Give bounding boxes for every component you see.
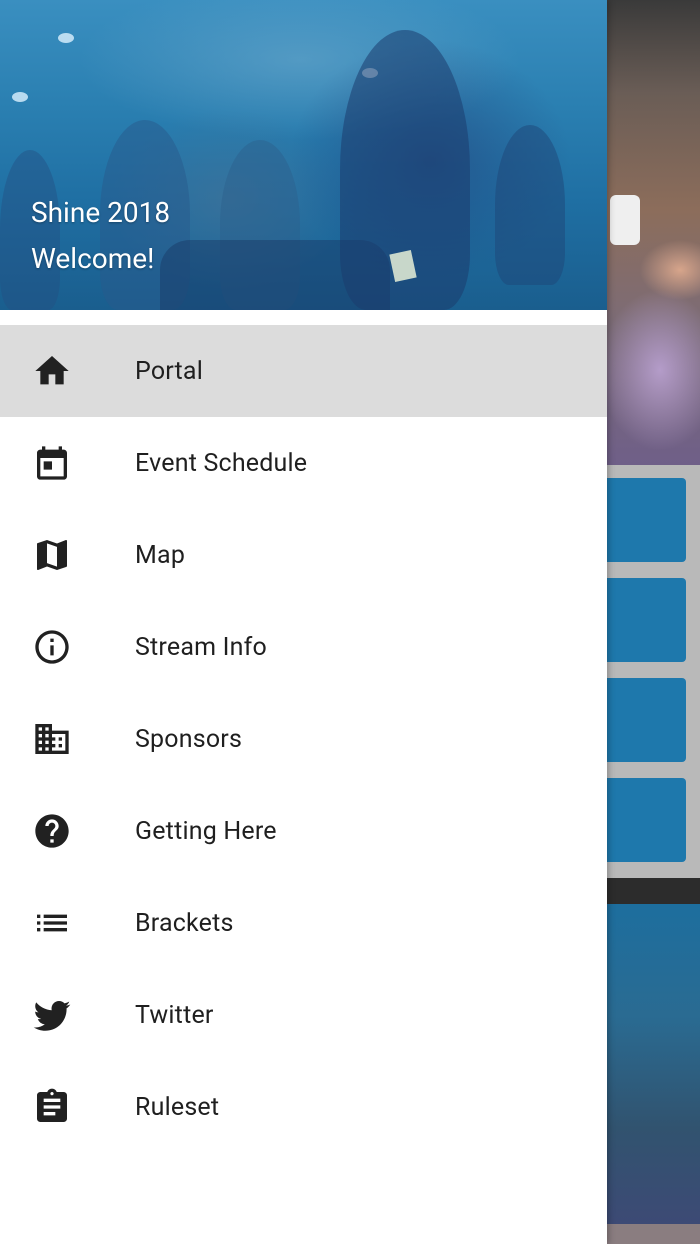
menu-item-stream-info[interactable]: Stream Info [0, 601, 607, 693]
drawer-header: Shine 2018 Welcome! [0, 0, 607, 310]
menu-item-map[interactable]: Map [0, 509, 607, 601]
drawer-header-title: Shine 2018 [31, 196, 171, 229]
menu-item-event-schedule[interactable]: Event Schedule [0, 417, 607, 509]
menu-item-label: Getting Here [135, 816, 277, 846]
menu-item-label: Brackets [135, 908, 234, 938]
menu-item-label: Event Schedule [135, 448, 308, 478]
help-icon [28, 807, 76, 855]
menu-item-label: Map [135, 540, 186, 570]
menu-item-ruleset[interactable]: Ruleset [0, 1061, 607, 1153]
drawer-header-subtitle: Welcome! [31, 242, 155, 275]
menu-item-label: Portal [135, 356, 204, 386]
app-screen: Shine 2018 Welcome! Portal Event Schedul… [0, 0, 700, 1244]
header-photo-light [58, 33, 74, 43]
menu-item-sponsors[interactable]: Sponsors [0, 693, 607, 785]
drawer-menu: Portal Event Schedule Map Stream Info Sp… [0, 325, 607, 1153]
menu-item-label: Sponsors [135, 724, 243, 754]
twitter-icon [28, 991, 76, 1039]
menu-item-getting-here[interactable]: Getting Here [0, 785, 607, 877]
menu-item-brackets[interactable]: Brackets [0, 877, 607, 969]
info-icon [28, 623, 76, 671]
navigation-drawer: Shine 2018 Welcome! Portal Event Schedul… [0, 0, 607, 1244]
menu-item-twitter[interactable]: Twitter [0, 969, 607, 1061]
menu-item-portal[interactable]: Portal [0, 325, 607, 417]
clipboard-icon [28, 1083, 76, 1131]
building-icon [28, 715, 76, 763]
menu-item-label: Twitter [135, 1000, 214, 1030]
home-icon [28, 347, 76, 395]
header-photo-crowd [0, 150, 60, 310]
map-icon [28, 531, 76, 579]
menu-item-label: Ruleset [135, 1092, 220, 1122]
list-icon [28, 899, 76, 947]
menu-item-label: Stream Info [135, 632, 267, 662]
background-hero-logo-fragment [610, 195, 640, 245]
calendar-icon [28, 439, 76, 487]
header-photo-crowd [495, 125, 565, 285]
header-photo-light [12, 92, 28, 102]
